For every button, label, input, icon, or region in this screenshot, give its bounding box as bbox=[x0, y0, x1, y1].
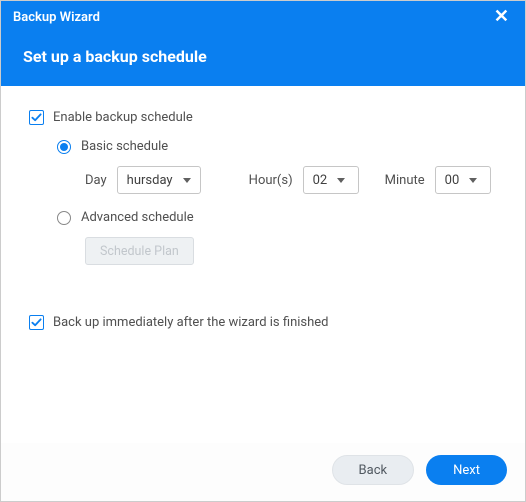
hours-select-value: 02 bbox=[313, 173, 328, 188]
hours-label: Hour(s) bbox=[249, 173, 293, 188]
basic-schedule-row: Basic schedule bbox=[57, 139, 497, 154]
minute-select-value: 00 bbox=[445, 173, 460, 188]
next-button[interactable]: Next bbox=[426, 455, 507, 485]
enable-schedule-label: Enable backup schedule bbox=[53, 110, 193, 125]
wizard-footer: Back Next bbox=[1, 443, 525, 501]
basic-schedule-controls: Day hursday Hour(s) 02 Minute 00 bbox=[85, 166, 497, 194]
window-title: Backup Wizard bbox=[13, 10, 100, 25]
backup-immediately-row: Back up immediately after the wizard is … bbox=[29, 315, 497, 330]
back-button[interactable]: Back bbox=[332, 455, 415, 485]
check-icon bbox=[31, 112, 42, 123]
hours-select[interactable]: 02 bbox=[303, 166, 359, 194]
backup-immediately-checkbox[interactable] bbox=[29, 315, 44, 330]
day-select-value: hursday bbox=[127, 173, 173, 188]
page-header: Set up a backup schedule bbox=[1, 33, 525, 86]
advanced-schedule-controls: Schedule Plan bbox=[85, 237, 497, 265]
day-label: Day bbox=[85, 173, 107, 188]
check-icon bbox=[31, 317, 42, 328]
minute-select[interactable]: 00 bbox=[435, 166, 491, 194]
schedule-plan-button: Schedule Plan bbox=[85, 237, 194, 265]
close-icon[interactable]: ✕ bbox=[490, 6, 513, 28]
wizard-content: Enable backup schedule Basic schedule Da… bbox=[1, 86, 525, 443]
basic-schedule-radio[interactable] bbox=[57, 140, 71, 154]
chevron-down-icon bbox=[469, 178, 477, 183]
advanced-schedule-row: Advanced schedule bbox=[57, 210, 497, 225]
schedule-options: Basic schedule Day hursday Hour(s) 02 Mi… bbox=[57, 139, 497, 265]
advanced-schedule-label: Advanced schedule bbox=[81, 210, 194, 225]
basic-schedule-label: Basic schedule bbox=[81, 139, 168, 154]
chevron-down-icon bbox=[183, 178, 191, 183]
backup-wizard-window: Backup Wizard ✕ Set up a backup schedule… bbox=[0, 0, 526, 502]
backup-immediately-label: Back up immediately after the wizard is … bbox=[53, 315, 329, 330]
enable-schedule-checkbox[interactable] bbox=[29, 110, 44, 125]
day-select[interactable]: hursday bbox=[117, 166, 201, 194]
enable-schedule-row: Enable backup schedule bbox=[29, 110, 497, 125]
advanced-schedule-radio[interactable] bbox=[57, 211, 71, 225]
chevron-down-icon bbox=[337, 178, 345, 183]
minute-label: Minute bbox=[385, 173, 425, 188]
page-title: Set up a backup schedule bbox=[23, 47, 207, 66]
titlebar: Backup Wizard ✕ bbox=[1, 1, 525, 33]
